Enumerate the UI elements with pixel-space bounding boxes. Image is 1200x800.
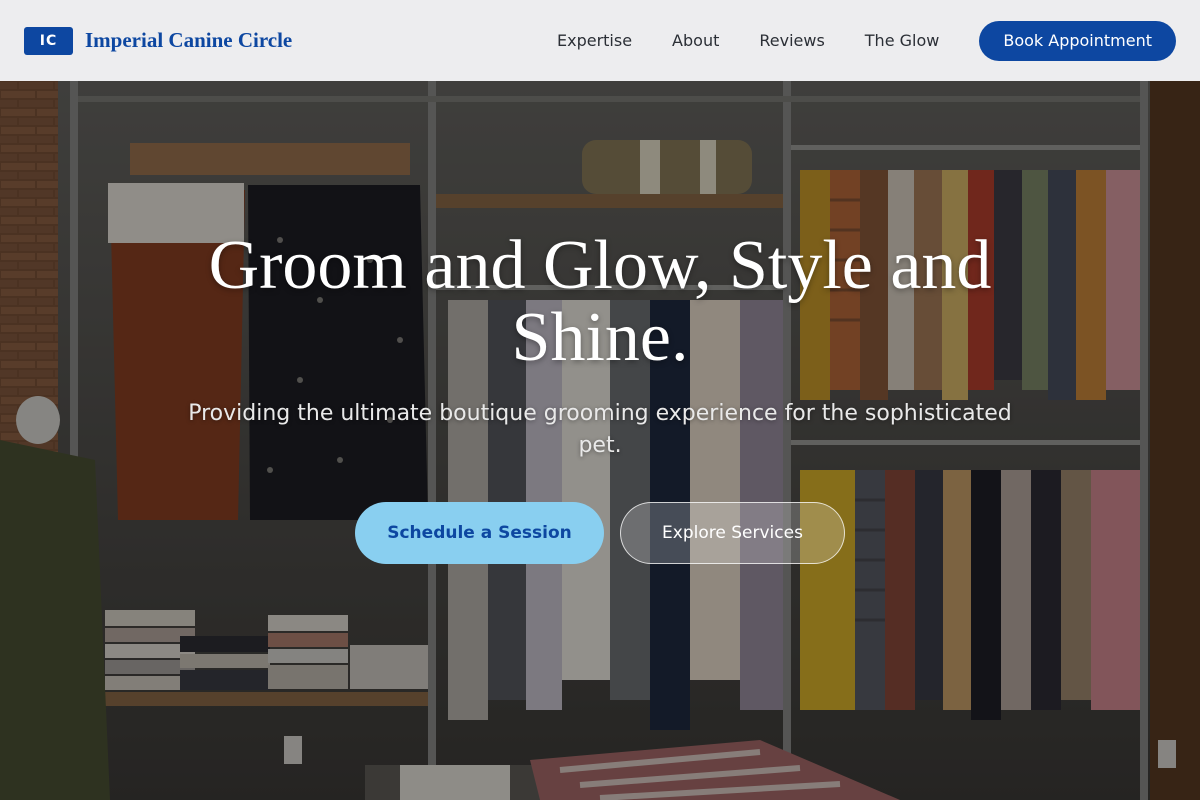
hero-content: Groom and Glow, Style and Shine. Providi… (0, 230, 1200, 564)
nav-link-expertise[interactable]: Expertise (557, 31, 632, 50)
nav-link-the-glow[interactable]: The Glow (865, 31, 940, 50)
hero-title: Groom and Glow, Style and Shine. (208, 227, 992, 376)
explore-services-button[interactable]: Explore Services (620, 502, 845, 564)
schedule-session-button[interactable]: Schedule a Session (355, 502, 604, 564)
brand-logo[interactable]: IC Imperial Canine Circle (24, 26, 293, 55)
book-appointment-button[interactable]: Book Appointment (979, 20, 1176, 61)
brand-badge: IC (24, 26, 73, 55)
nav-link-about[interactable]: About (672, 31, 719, 50)
nav-link-reviews[interactable]: Reviews (759, 31, 824, 50)
main-nav: Expertise About Reviews The Glow Book Ap… (557, 20, 1176, 61)
brand-name: Imperial Canine Circle (85, 28, 293, 52)
site-header: IC Imperial Canine Circle Expertise Abou… (0, 0, 1200, 81)
cta-row: Schedule a Session Explore Services (355, 502, 845, 564)
hero-subtitle: Providing the ultimate boutique grooming… (188, 401, 1012, 458)
